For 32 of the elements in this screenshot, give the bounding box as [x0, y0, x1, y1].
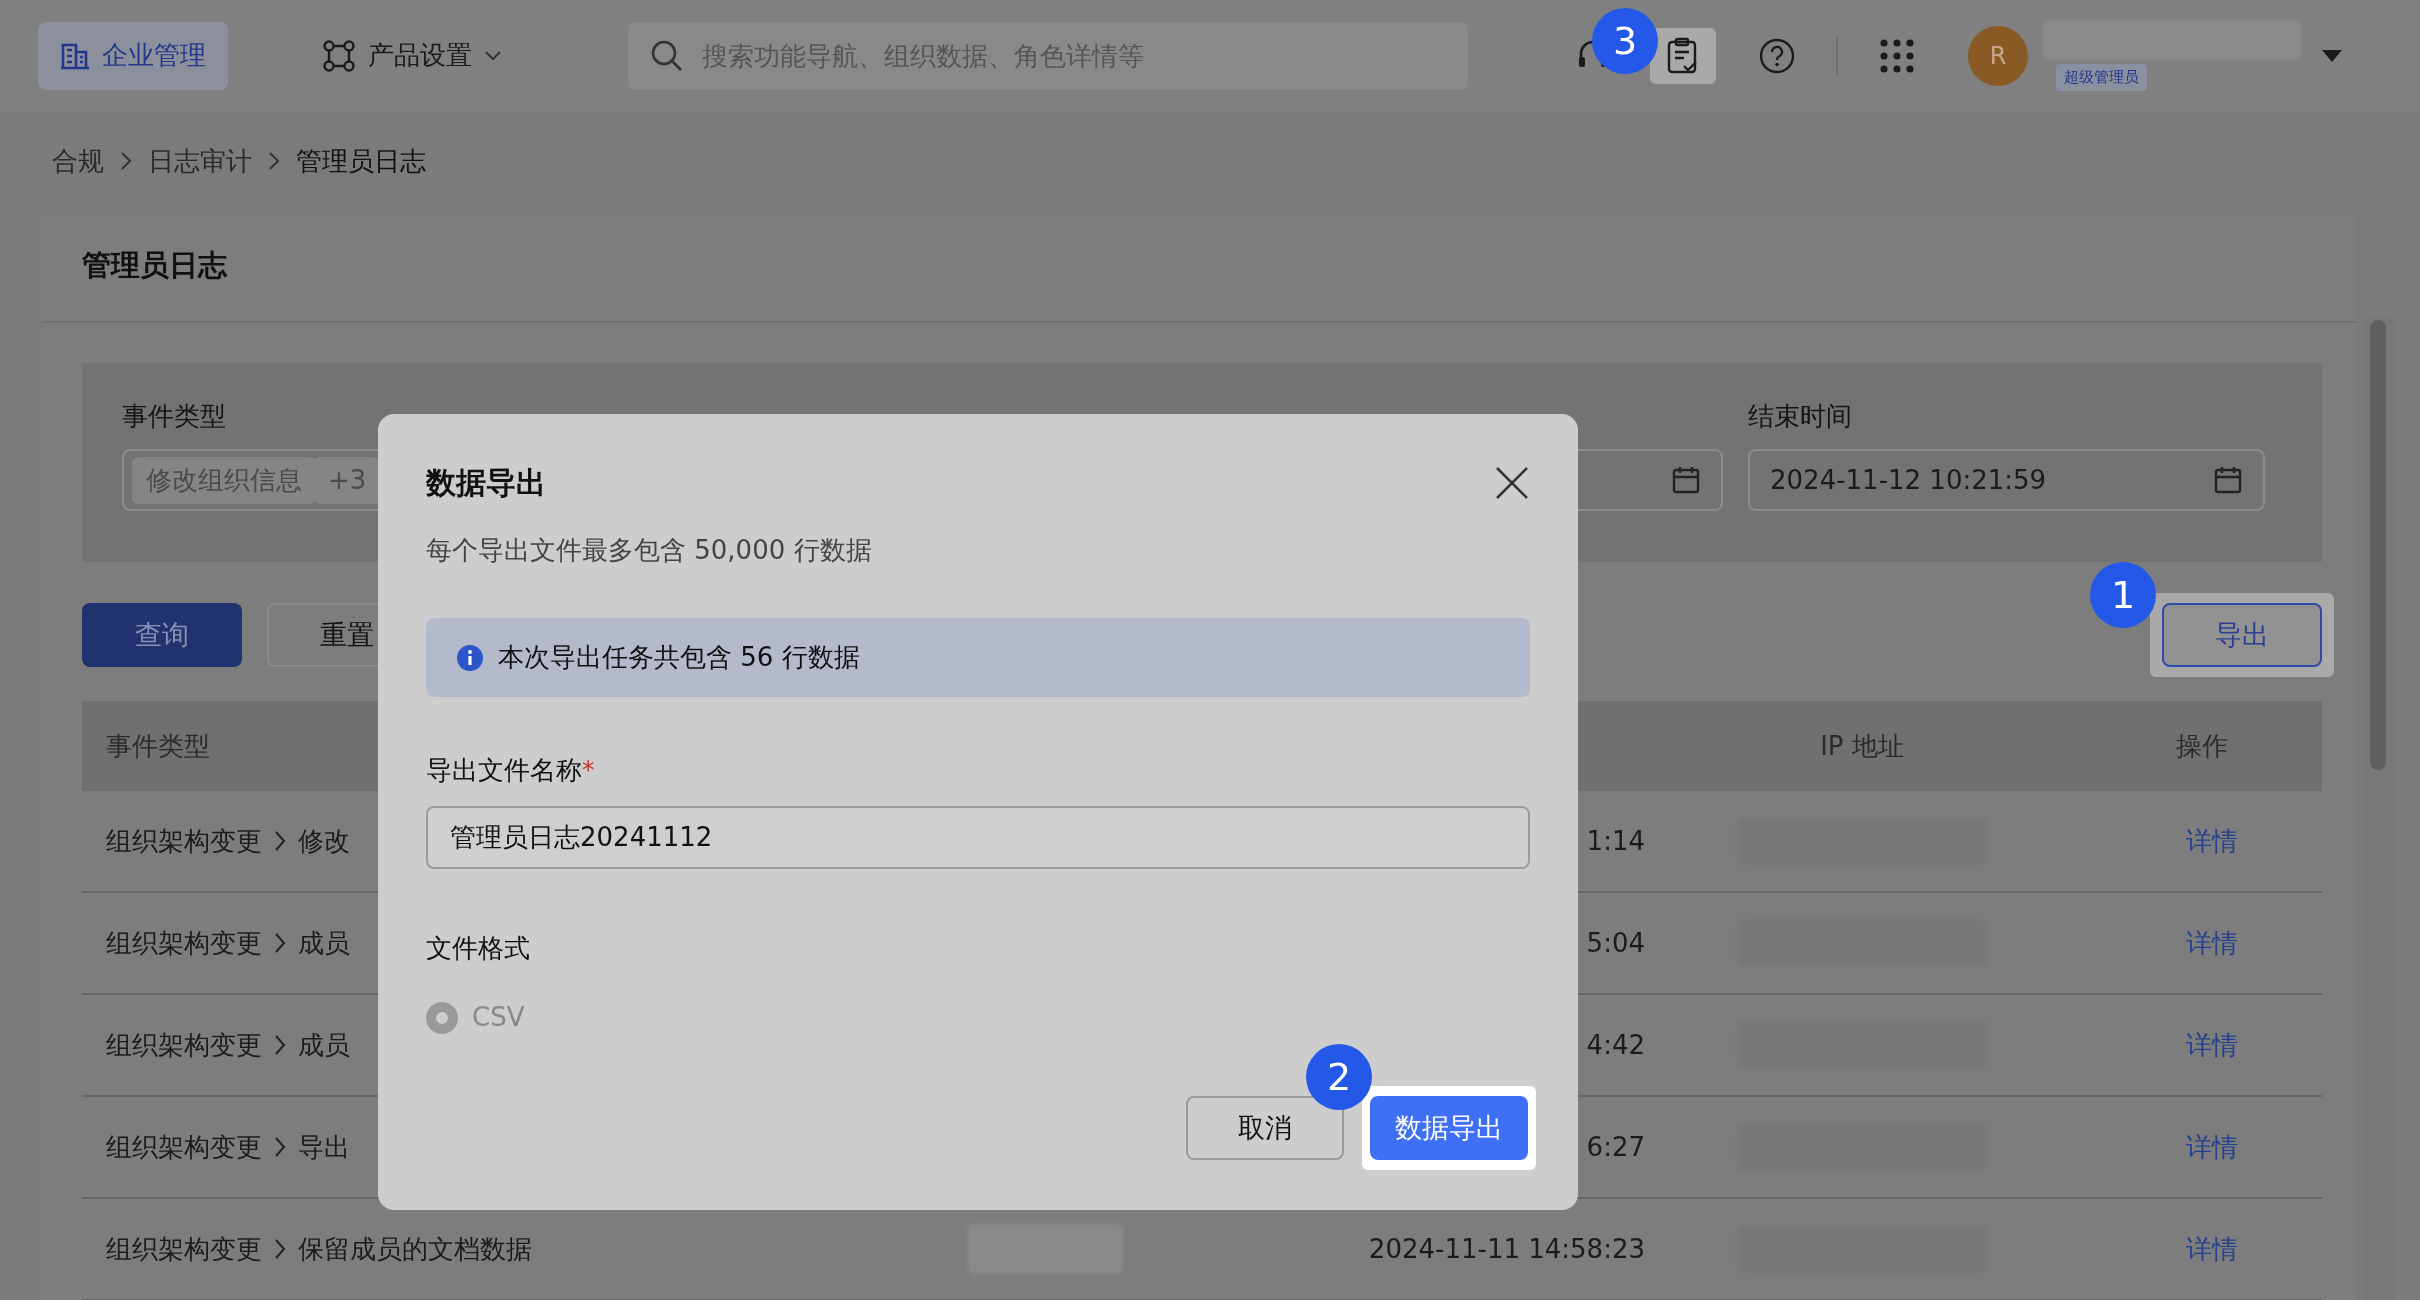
table-cell: 2024-11-11 14:58:23	[1368, 1233, 1645, 1264]
filter-label: 事件类型	[122, 400, 227, 433]
table-cell-text: 组织架构变更	[106, 824, 262, 858]
table-cell-text: 组织架构变更	[106, 1130, 262, 1164]
table-cell-text: 导出	[298, 1130, 350, 1164]
radio-label: CSV	[472, 1001, 525, 1034]
table-cell: 5:04	[1586, 927, 1645, 958]
column-header: IP 地址	[1820, 730, 1904, 761]
role-badge: 超级管理员	[2056, 64, 2147, 91]
modal-subtitle: 每个导出文件最多包含 50,000 行数据	[426, 534, 873, 567]
table-cell-text: 修改	[298, 824, 350, 858]
column-header: 事件类型	[106, 730, 210, 761]
table-cell: 6:27	[1586, 1131, 1645, 1162]
table-cell: 4:42	[1586, 1029, 1645, 1060]
alert-text: 本次导出任务共包含 56 行数据	[498, 641, 860, 674]
field-label: 导出文件名称	[426, 754, 582, 787]
filter-tag: +3	[314, 456, 381, 504]
table-cell-text: 组织架构变更	[106, 926, 262, 960]
field-label: 文件格式	[426, 932, 531, 965]
table-cell-text: 成员	[298, 1028, 350, 1062]
table-cell: 1:14	[1586, 825, 1645, 856]
table-cell-text: 保留成员的文档数据	[298, 1232, 532, 1266]
breadcrumb-current: 管理员日志	[296, 144, 426, 178]
required-mark: *	[582, 754, 595, 786]
filter-tag: 修改组织信息	[132, 456, 316, 504]
table-cell-text: 组织架构变更	[106, 1028, 262, 1062]
table-cell-text: 成员	[298, 926, 350, 960]
filter-label: 结束时间	[1748, 400, 1853, 433]
modal-title: 数据导出	[426, 464, 546, 502]
card-title: 管理员日志	[42, 211, 2355, 323]
table-cell-text: 组织架构变更	[106, 1232, 262, 1266]
column-header: 操作	[2176, 730, 2228, 761]
